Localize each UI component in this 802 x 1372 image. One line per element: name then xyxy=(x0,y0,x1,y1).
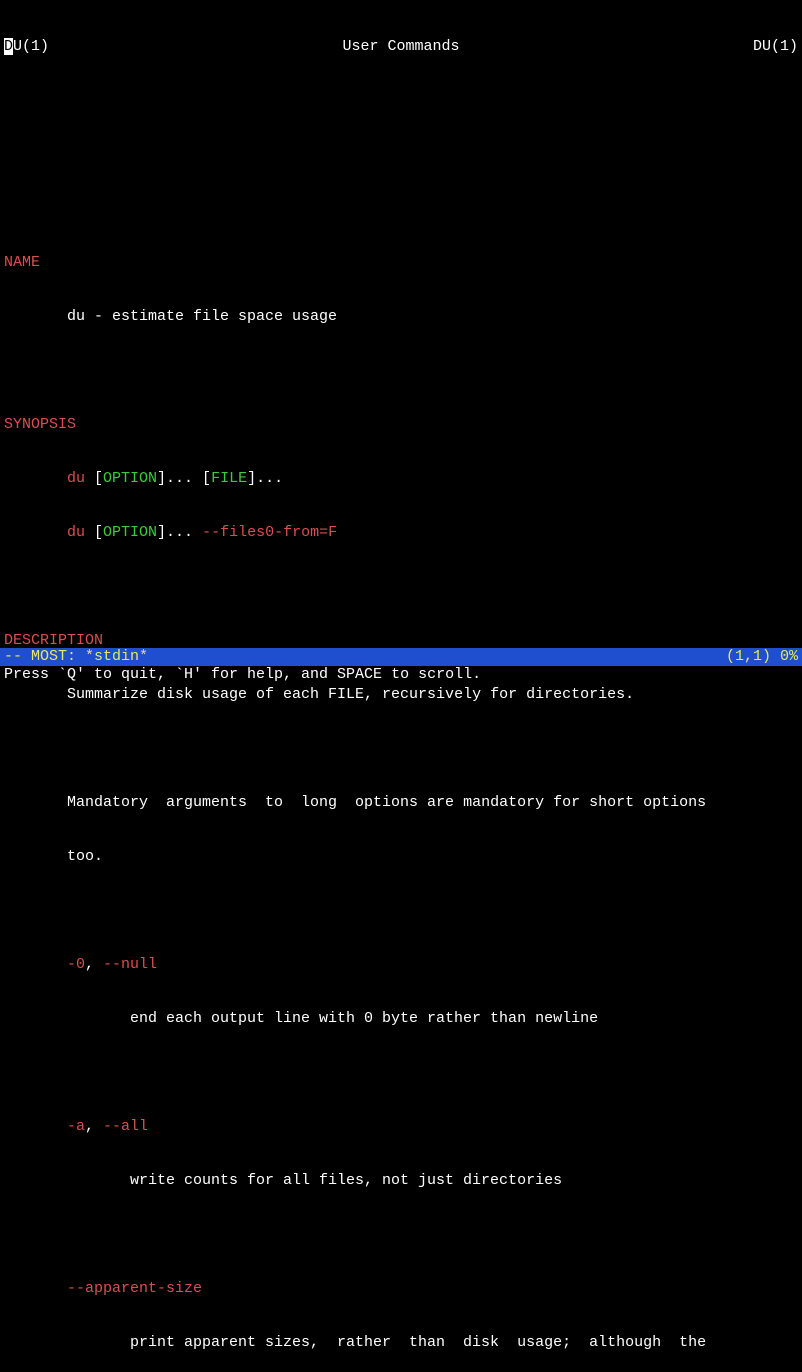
desc-para-2b: too. xyxy=(4,848,798,866)
header-center: User Commands xyxy=(342,38,459,56)
cursor: D xyxy=(4,38,13,55)
synopsis-line-2: du [OPTION]... --files0-from=F xyxy=(4,524,798,542)
section-synopsis-heading: SYNOPSIS xyxy=(4,416,798,434)
option-all: -a, --all xyxy=(4,1118,798,1136)
option-null: -0, --null xyxy=(4,956,798,974)
pager-hint-bar: Press `Q' to quit, `H' for help, and SPA… xyxy=(0,666,802,684)
header-right: DU(1) xyxy=(753,38,798,56)
status-left: -- MOST: *stdin* xyxy=(4,648,148,666)
desc-para-1: Summarize disk usage of each FILE, recur… xyxy=(4,686,798,704)
man-header: DU(1) User Commands DU(1) xyxy=(4,38,798,56)
status-right: (1,1) 0% xyxy=(726,648,798,666)
option-all-desc: write counts for all files, not just dir… xyxy=(4,1172,798,1190)
name-text: du - estimate file space usage xyxy=(4,308,798,326)
man-page-viewer[interactable]: DU(1) User Commands DU(1) NAME du - esti… xyxy=(0,0,802,1372)
option-apparent-desc-1: print apparent sizes, rather than disk u… xyxy=(4,1334,798,1352)
option-null-desc: end each output line with 0 byte rather … xyxy=(4,1010,798,1028)
pager-status-bar: -- MOST: *stdin* (1,1) 0% xyxy=(0,648,802,666)
section-name-heading: NAME xyxy=(4,254,798,272)
desc-para-2a: Mandatory arguments to long options are … xyxy=(4,794,798,812)
option-apparent-size: --apparent-size xyxy=(4,1280,798,1298)
synopsis-line-1: du [OPTION]... [FILE]... xyxy=(4,470,798,488)
header-left: DU(1) xyxy=(4,38,49,56)
